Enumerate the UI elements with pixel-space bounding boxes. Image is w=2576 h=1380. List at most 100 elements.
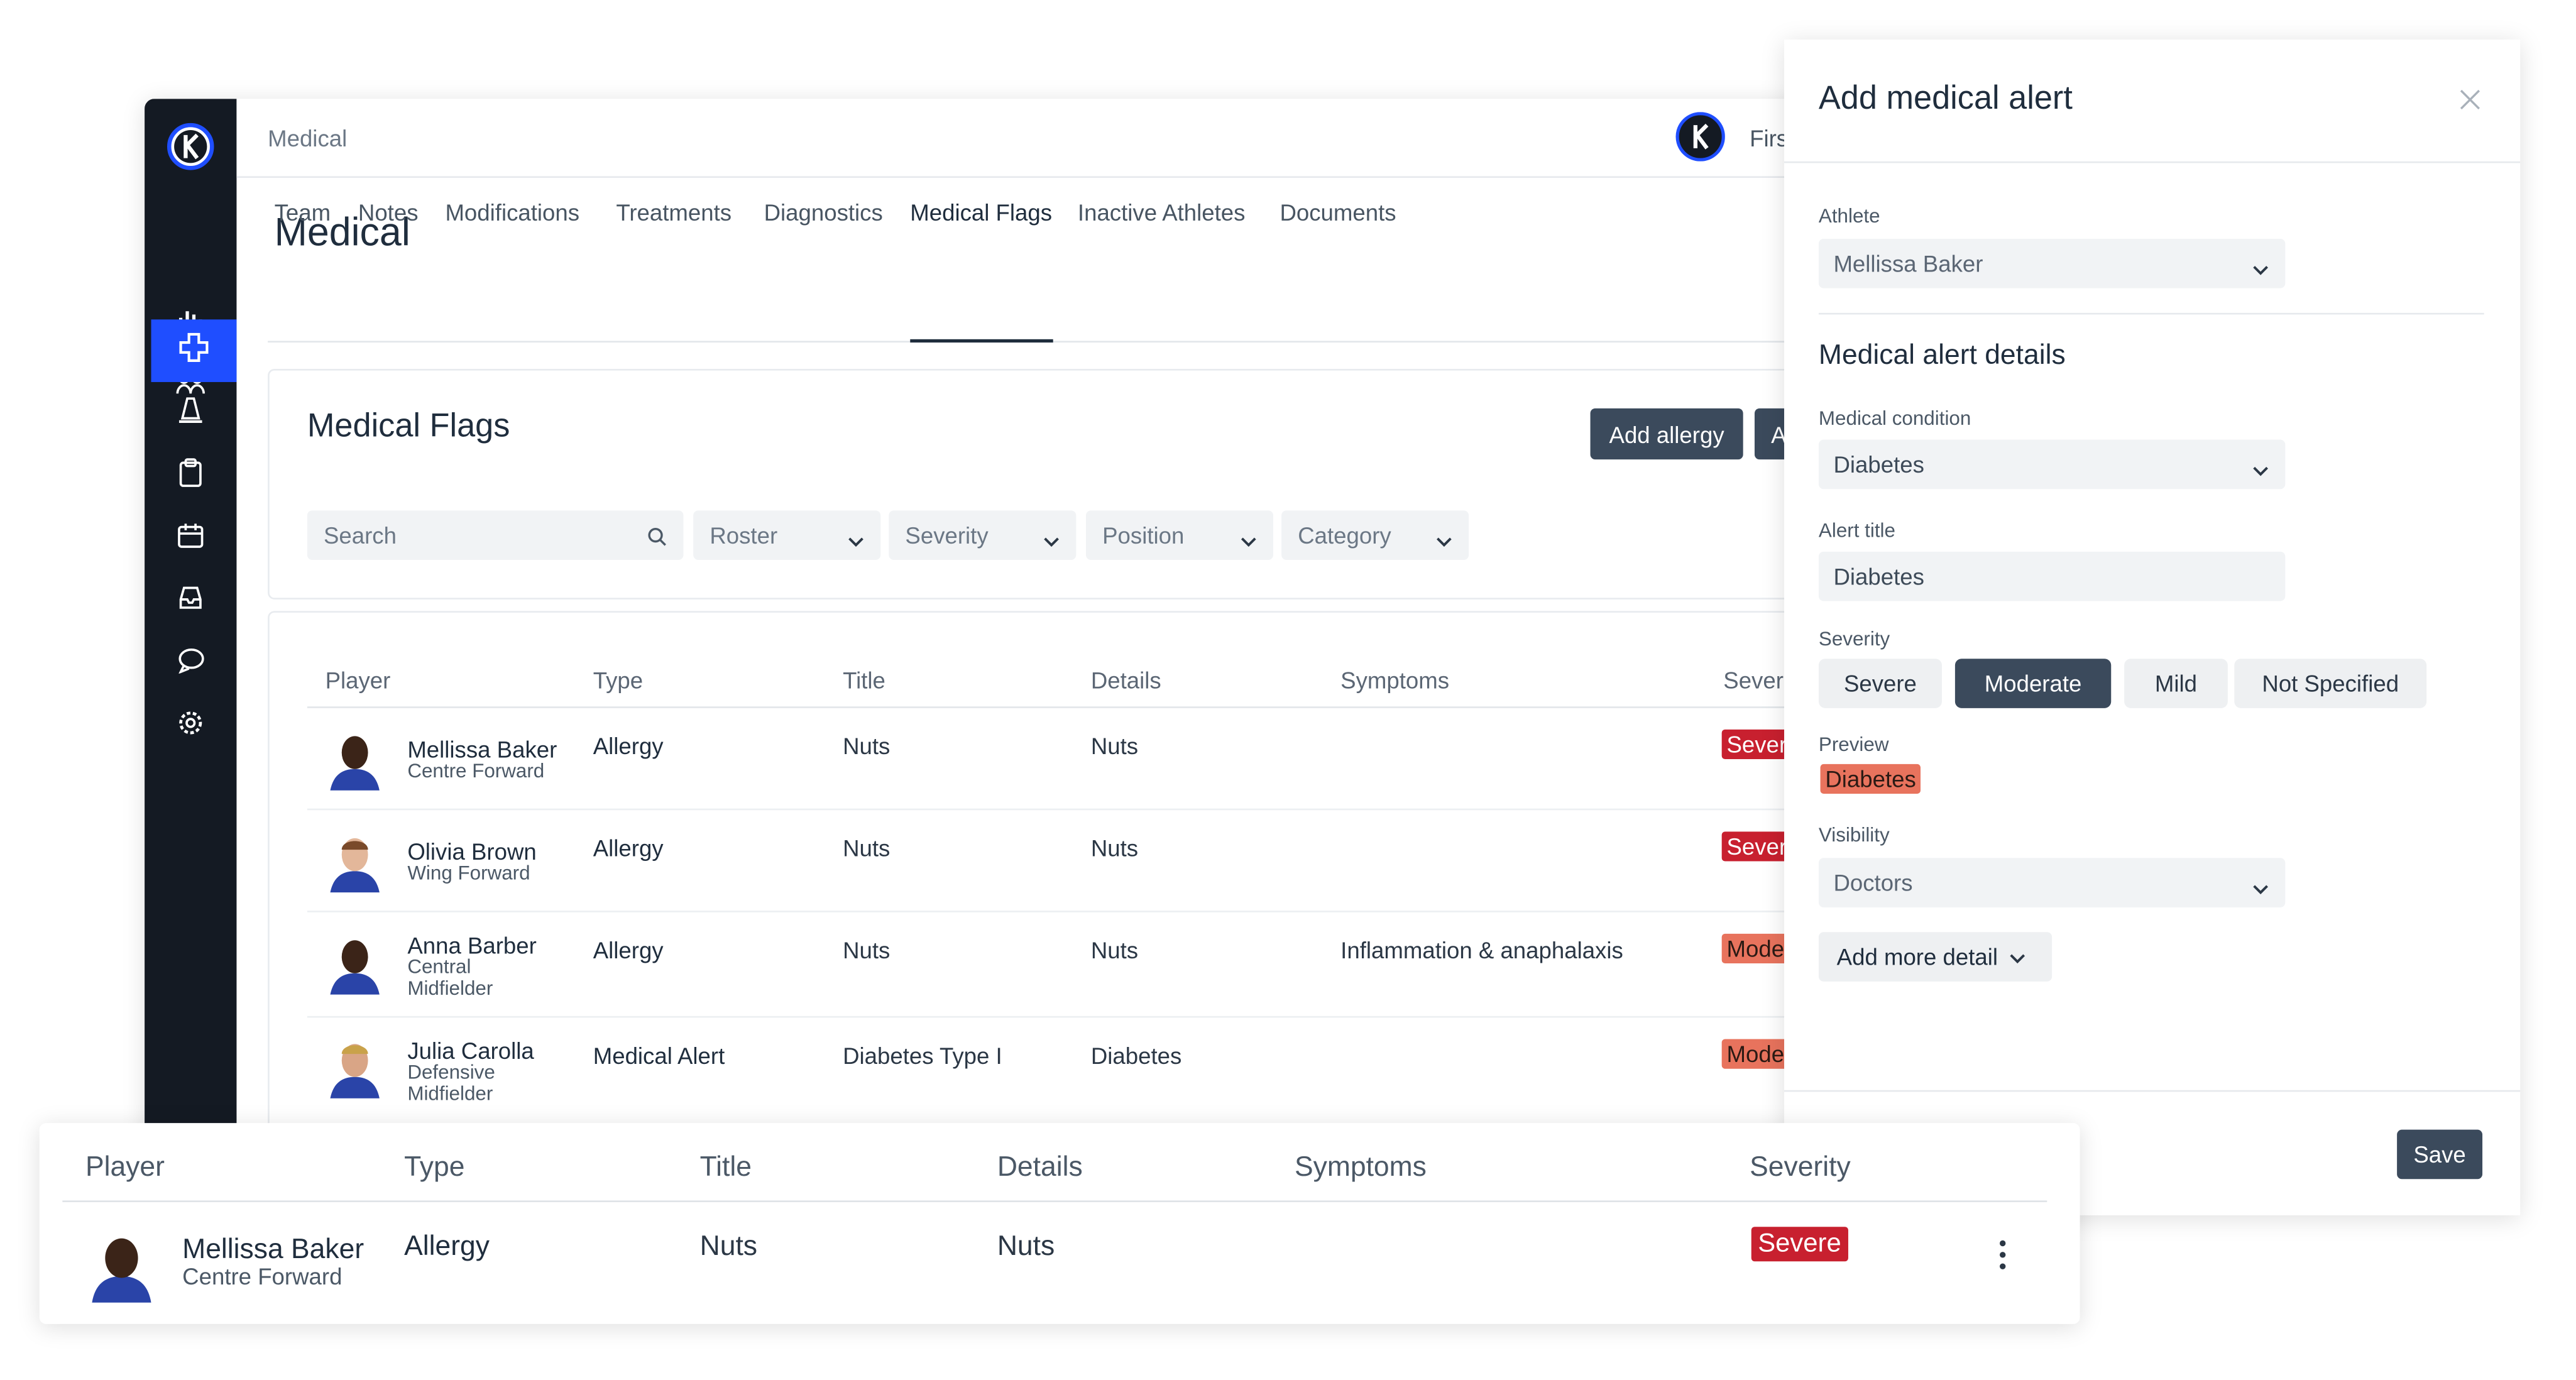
flags-header-card bbox=[268, 368, 1816, 600]
sidebar-item-medical[interactable] bbox=[151, 319, 237, 382]
flag-title: Nuts bbox=[843, 733, 891, 760]
sidebar-item-forms[interactable] bbox=[145, 445, 236, 508]
alert-title-input[interactable]: Diabetes bbox=[1818, 551, 2286, 601]
sidebar-item-calendar[interactable] bbox=[145, 507, 236, 570]
player-position: Wing Forward bbox=[407, 861, 530, 885]
alert-title-label: Alert title bbox=[1818, 518, 1895, 542]
column-header-type[interactable]: Type bbox=[593, 667, 643, 693]
section-title: Medical Flags bbox=[307, 408, 510, 445]
tab-inactive-athletes[interactable]: Inactive Athletes bbox=[1078, 199, 1246, 226]
severity-badge: Mode bbox=[1721, 933, 1789, 963]
logo[interactable] bbox=[166, 122, 215, 172]
flag-details: Nuts bbox=[997, 1230, 1055, 1262]
chevron-down-icon bbox=[848, 527, 864, 554]
player-position: Defensive Midfielder bbox=[407, 1060, 495, 1105]
category-select-value: Category bbox=[1298, 522, 1391, 549]
tab-treatments[interactable]: Treatments bbox=[616, 199, 732, 226]
chevron-down-icon bbox=[2252, 874, 2269, 901]
athlete-label: Athlete bbox=[1818, 204, 1880, 227]
severity-option-moderate[interactable]: Moderate bbox=[1954, 659, 2112, 708]
sidebar bbox=[145, 99, 237, 1137]
preview-badge: Diabetes bbox=[1820, 764, 1921, 794]
severity-option-severe[interactable]: Severe bbox=[1818, 659, 1942, 708]
row-divider bbox=[307, 1016, 1804, 1018]
add-more-detail-button[interactable]: Add more detail bbox=[1818, 932, 2053, 982]
inbox-icon bbox=[177, 584, 204, 618]
training-cone-icon bbox=[177, 395, 204, 432]
sidebar-item-settings[interactable] bbox=[145, 695, 236, 758]
flag-type: Allergy bbox=[404, 1230, 490, 1262]
tab-team[interactable]: Team bbox=[275, 199, 331, 226]
add-allergy-button[interactable]: Add allergy bbox=[1590, 408, 1743, 460]
tab-modifications[interactable]: Modifications bbox=[445, 199, 579, 226]
severity-select[interactable]: Severity bbox=[889, 510, 1077, 560]
row-divider bbox=[307, 808, 1804, 811]
alert-title-value: Diabetes bbox=[1833, 563, 1924, 590]
flag-type: Medical Alert bbox=[593, 1042, 725, 1069]
flag-type: Allergy bbox=[593, 835, 664, 862]
position-select[interactable]: Position bbox=[1085, 510, 1274, 560]
roster-select[interactable]: Roster bbox=[693, 510, 881, 560]
athlete-select[interactable]: Mellissa Baker bbox=[1818, 238, 2286, 288]
visibility-select[interactable]: Doctors bbox=[1818, 858, 2286, 907]
severity-option-mild[interactable]: Mild bbox=[2124, 659, 2228, 708]
drawer-title: Add medical alert bbox=[1818, 80, 2073, 118]
header-divider bbox=[307, 706, 1804, 708]
player-name[interactable]: Mellissa Baker bbox=[407, 736, 557, 762]
severity-option-not-specified[interactable]: Not Specified bbox=[2234, 659, 2427, 708]
player-name[interactable]: Julia Carolla bbox=[407, 1038, 534, 1064]
chevron-down-icon bbox=[1436, 527, 1452, 554]
flag-details: Nuts bbox=[1090, 835, 1139, 862]
add-more-detail-label: Add more detail bbox=[1836, 943, 1998, 970]
tab-documents[interactable]: Documents bbox=[1280, 199, 1396, 226]
tab-notes[interactable]: Notes bbox=[358, 199, 419, 226]
user-avatar[interactable] bbox=[1675, 112, 1725, 162]
player-name[interactable]: Mellissa Baker bbox=[182, 1234, 364, 1266]
player-name[interactable]: Olivia Brown bbox=[407, 838, 536, 865]
search-input[interactable]: Search bbox=[307, 510, 684, 560]
chevron-down-icon bbox=[2009, 944, 2025, 970]
settings-icon bbox=[177, 709, 204, 743]
athlete-select-value: Mellissa Baker bbox=[1833, 250, 1983, 277]
column-header-details[interactable]: Details bbox=[1091, 667, 1161, 693]
player-name[interactable]: Anna Barber bbox=[407, 932, 537, 958]
breadcrumb: Medical bbox=[268, 125, 348, 152]
medical-condition-select[interactable]: Diabetes bbox=[1818, 439, 2286, 490]
flag-title: Nuts bbox=[843, 835, 891, 862]
sidebar-item-inbox[interactable] bbox=[145, 570, 236, 633]
chevron-down-icon bbox=[1241, 527, 1257, 554]
flag-details: Nuts bbox=[1090, 733, 1139, 760]
search-placeholder: Search bbox=[323, 522, 397, 549]
column-header-player[interactable]: Player bbox=[326, 667, 391, 693]
sidebar-item-training[interactable] bbox=[145, 382, 236, 445]
column-header-title[interactable]: Title bbox=[843, 667, 885, 693]
more-options-icon[interactable] bbox=[1999, 1240, 2006, 1278]
chevron-down-icon bbox=[1043, 527, 1060, 554]
sidebar-item-messages[interactable] bbox=[145, 632, 236, 695]
close-icon[interactable] bbox=[2459, 89, 2480, 119]
flag-details: Diabetes bbox=[1090, 1042, 1182, 1069]
flag-type: Allergy bbox=[593, 733, 664, 760]
severity-label: Severity bbox=[1818, 627, 1890, 651]
avatar bbox=[327, 826, 383, 893]
position-select-value: Position bbox=[1102, 522, 1185, 549]
category-select[interactable]: Category bbox=[1281, 510, 1469, 560]
tab-diagnostics[interactable]: Diagnostics bbox=[764, 199, 883, 226]
column-header-symptoms[interactable]: Symptoms bbox=[1340, 667, 1449, 693]
flag-symptoms: Inflammation & anaphalaxis bbox=[1340, 937, 1623, 963]
drawer-footer-divider bbox=[1784, 1090, 2521, 1092]
column-header-title: Title bbox=[699, 1151, 752, 1183]
column-header-severity: Severity bbox=[1750, 1151, 1851, 1183]
search-icon bbox=[647, 525, 667, 552]
column-header-type: Type bbox=[404, 1151, 465, 1183]
calendar-icon bbox=[177, 521, 204, 556]
avatar bbox=[89, 1224, 155, 1303]
chevron-down-icon bbox=[2252, 456, 2269, 483]
header-divider bbox=[62, 1200, 2047, 1202]
save-button[interactable]: Save bbox=[2397, 1129, 2483, 1180]
section-title: Medical alert details bbox=[1818, 339, 2066, 371]
chevron-down-icon bbox=[2252, 255, 2269, 282]
column-header-severity[interactable]: Sever bbox=[1723, 667, 1784, 693]
tab-medical-flags[interactable]: Medical Flags bbox=[910, 199, 1052, 226]
severity-select-value: Severity bbox=[905, 522, 989, 549]
